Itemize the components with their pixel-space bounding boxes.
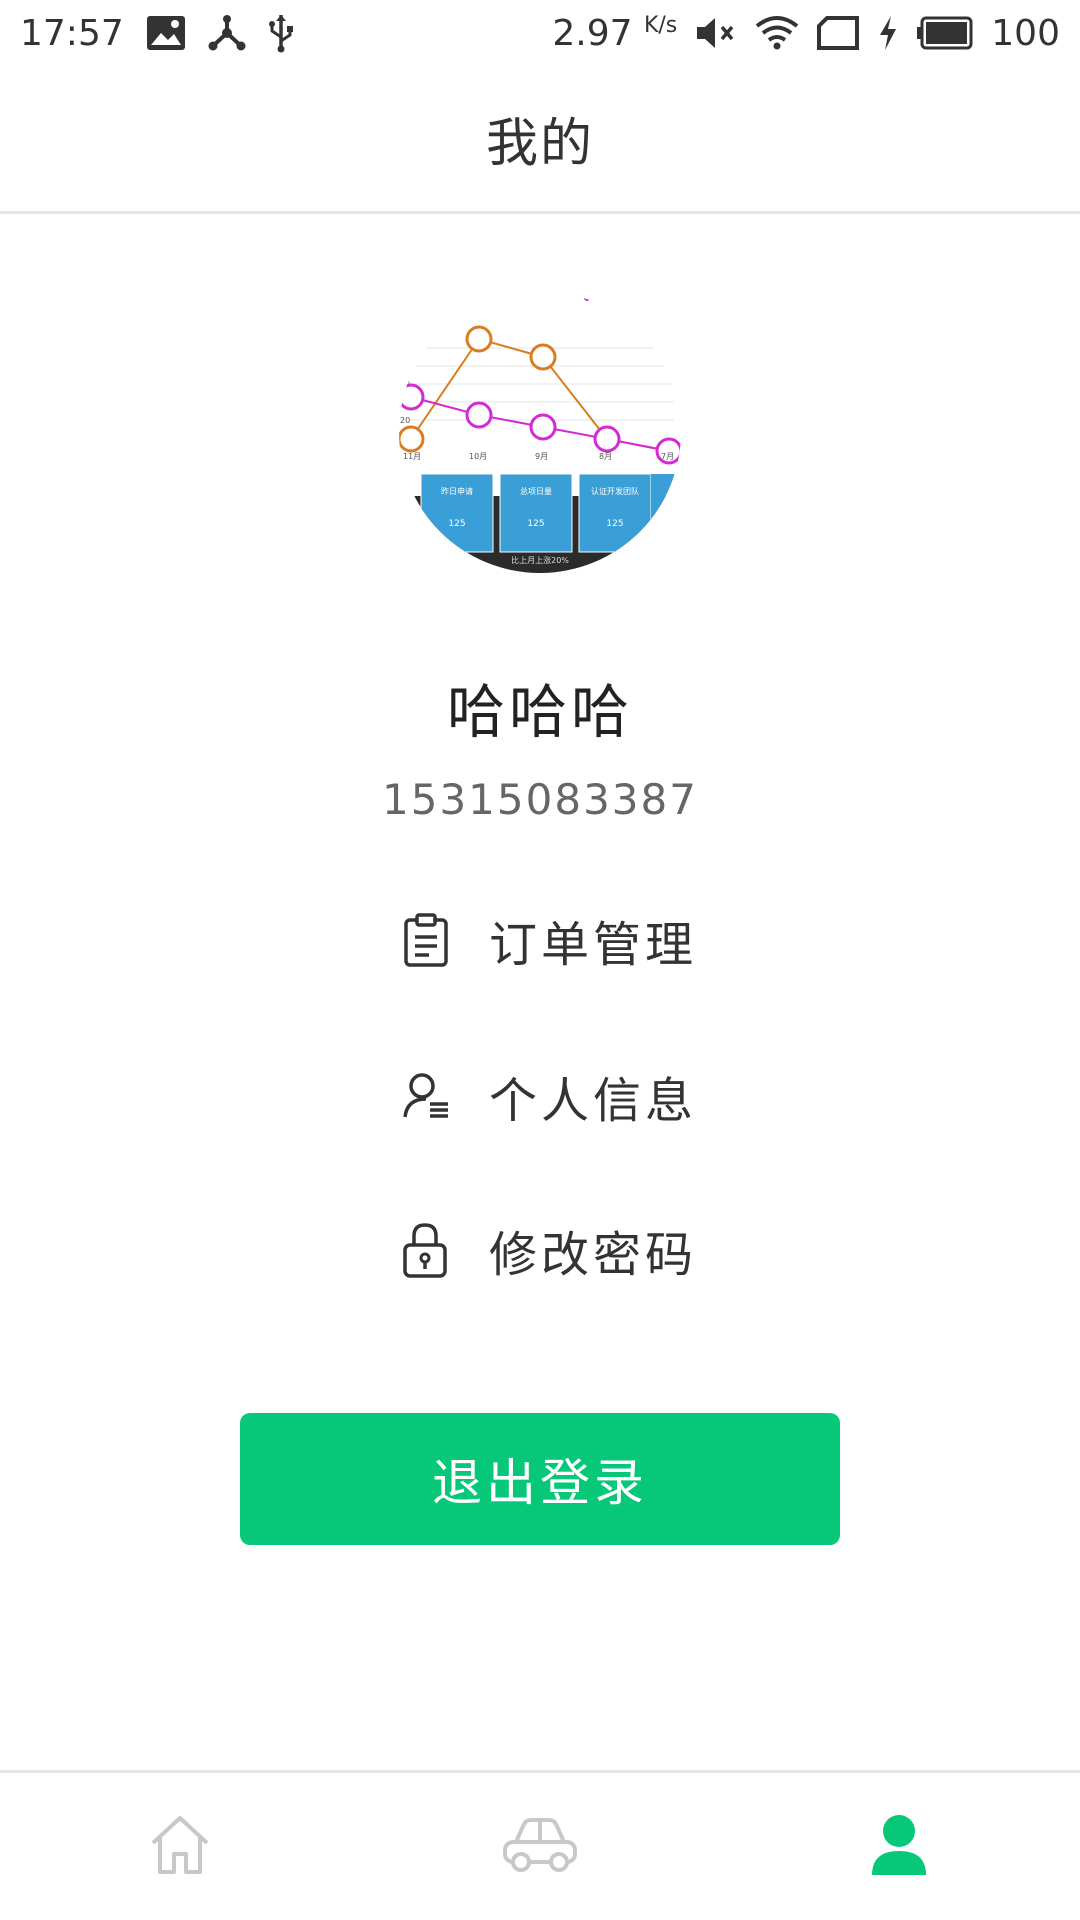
share-node-icon [208,15,246,51]
avatar-card-value-2: 125 [606,519,623,529]
avatar-xtick-4: 7月 [661,452,674,461]
nav-car[interactable] [460,1773,620,1920]
image-icon [146,15,186,51]
avatar-xtick-0: 11月 [403,452,421,461]
avatar-image: 认... 80 60 40 20 0 11月 10月 9月 8月 7月 [399,291,681,573]
user-phone: 15315083387 [382,775,698,824]
user-name: 哈哈哈 [446,678,633,746]
avatar-xtick-1: 10月 [469,452,487,461]
avatar-card-label-1: 总项日量 [520,486,552,496]
bottom-nav [0,1770,1080,1920]
avatar[interactable]: 认... 80 60 40 20 0 11月 10月 9月 8月 7月 [399,291,681,573]
net-speed-value: 2.97 [552,12,633,54]
status-time: 17:57 [20,12,124,54]
avatar-legend-text: 认... [595,292,613,304]
avatar-ytick-80: 80 [400,362,410,371]
page-title: 我的 [485,114,594,174]
avatar-xtick-2: 9月 [535,452,548,461]
menu-item-label: 个人信息 [489,1073,698,1129]
nav-me[interactable] [819,1773,979,1920]
status-bar: 17:57 2.97 K/s 100 [0,0,1080,66]
page-header: 我的 [0,66,1080,214]
logout-button[interactable]: 退出登录 [240,1413,840,1545]
avatar-card-label-0: 昨日申请 [441,486,473,496]
sim-icon [817,16,860,50]
screen: 17:57 2.97 K/s 100 我的 认... 80 60 20 11月 … [0,0,1080,1920]
user-icon [870,1813,928,1881]
avatar-card-label-2: 认证开发团队 [591,486,639,496]
lock-icon [402,1220,462,1280]
status-right: 2.97 K/s 100 [552,13,1060,54]
car-icon [502,1816,578,1878]
usb-icon [268,13,294,53]
avatar-footer-text: 比上月上涨20% [511,555,569,565]
wifi-icon [755,15,799,51]
menu-item-orders[interactable]: 订单管理 [402,890,702,990]
avatar-card-value-0: 125 [448,519,465,529]
charging-icon [877,15,899,51]
battery-icon [917,16,973,50]
net-speed: 2.97 K/s [552,13,677,54]
menu-item-change-password[interactable]: 修改密码 [402,1200,702,1300]
net-speed-unit: K/s [643,12,678,38]
home-icon [148,1814,212,1880]
battery-level: 100 [991,12,1060,54]
menu-item-profile-info[interactable]: 个人信息 [402,1046,702,1146]
status-left: 17:57 [20,13,294,54]
user-list-icon [402,1066,462,1126]
nav-home[interactable] [100,1773,260,1920]
avatar-xtick-3: 8月 [599,452,612,461]
menu-item-label: 订单管理 [489,917,698,973]
avatar-card-value-1: 125 [527,519,544,529]
avatar-ytick-20: 20 [400,416,410,425]
mute-icon [695,15,737,51]
clipboard-icon [402,910,462,970]
menu-item-label: 修改密码 [489,1227,698,1283]
